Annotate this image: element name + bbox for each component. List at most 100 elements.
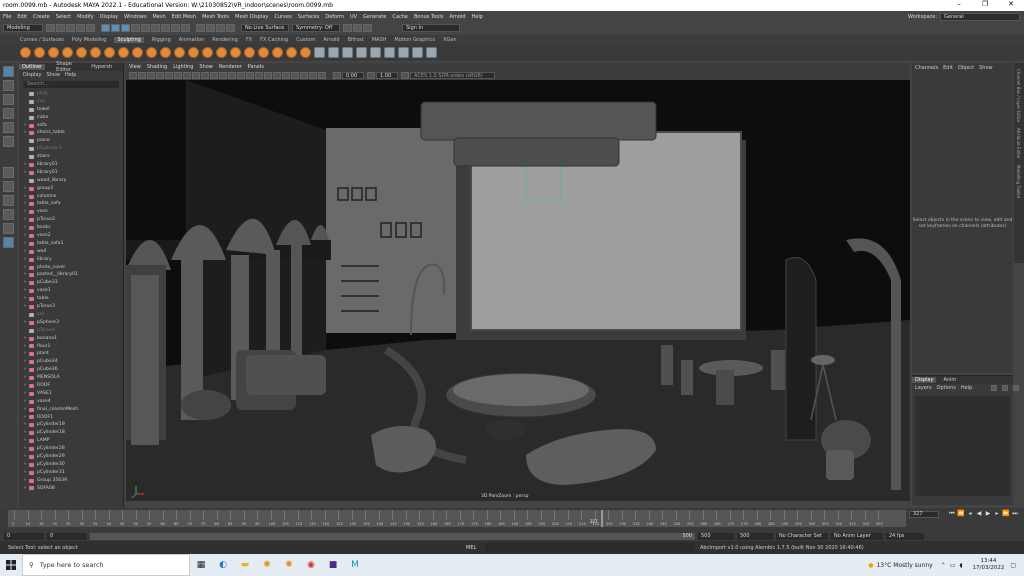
app-icon-1[interactable]: ✺ [256, 554, 278, 576]
menuset-select[interactable]: Modeling [3, 24, 43, 32]
end-time-field[interactable]: 500 [737, 532, 773, 540]
menu-item[interactable]: Select [56, 14, 71, 20]
outliner-menu-display[interactable]: Display [23, 72, 41, 78]
outliner-item[interactable]: + photo_cover [23, 264, 123, 272]
smooth-shade-icon[interactable] [228, 72, 236, 79]
maximize-button[interactable]: ❐ [972, 0, 998, 8]
camera-lock-icon[interactable] [138, 72, 146, 79]
outliner-item[interactable]: + Group 35639 [23, 477, 123, 485]
spray-tool-icon[interactable] [118, 47, 129, 58]
current-frame-field[interactable]: 327 [909, 510, 939, 518]
outliner-item[interactable]: + pCylinder31 [23, 469, 123, 477]
open-scene-icon[interactable] [56, 24, 65, 32]
windows-start-icon[interactable] [0, 554, 22, 576]
stamp-icon[interactable] [412, 47, 423, 58]
lasso-tool-icon[interactable] [3, 80, 14, 91]
step-back-key-icon[interactable]: ⏪ [957, 510, 965, 518]
channel-tab-channels[interactable]: Channels [915, 65, 938, 71]
resolution-gate-icon[interactable] [183, 72, 191, 79]
viewport-menu-shading[interactable]: Shading [147, 64, 167, 70]
maya-taskbar-icon[interactable]: M [344, 554, 366, 576]
layout-four-icon[interactable] [3, 195, 14, 206]
play-backward-icon[interactable]: ◀ [975, 510, 983, 518]
step-back-icon[interactable]: ◂ [966, 510, 974, 518]
sculpt-tool-icon[interactable] [20, 47, 31, 58]
clear-freeze-icon[interactable] [342, 47, 353, 58]
new-layer-icon[interactable] [991, 385, 998, 391]
color-management-icon[interactable] [401, 72, 409, 79]
layout-outliner-icon[interactable] [3, 209, 14, 220]
invert-freeze-icon[interactable] [328, 47, 339, 58]
erase-tool-icon[interactable] [286, 47, 297, 58]
xray-joints-icon[interactable] [318, 72, 326, 79]
layer-menu-help[interactable]: Help [961, 385, 972, 391]
layer-menu-options[interactable]: Options [937, 385, 956, 391]
outliner-item[interactable]: + chairs_table [23, 129, 123, 137]
bookmark-icon[interactable] [147, 72, 155, 79]
step-forward-key-icon[interactable]: ⏩ [1002, 510, 1010, 518]
menu-item[interactable]: File [3, 14, 11, 20]
outliner-item[interactable]: + table [23, 295, 123, 303]
outliner-item[interactable]: + vase1 [23, 287, 123, 295]
channel-tab-edit[interactable]: Edit [943, 65, 953, 71]
move-layer-up-icon[interactable] [1013, 385, 1020, 391]
xray-icon[interactable] [309, 72, 317, 79]
select-hierarchy-icon[interactable] [101, 24, 110, 32]
edge-icon[interactable]: ◐ [212, 554, 234, 576]
character-set-select[interactable]: No Character Set [776, 532, 828, 540]
shelf-tab[interactable]: FX Caching [260, 37, 288, 43]
shelf-tab[interactable]: Animation [179, 37, 205, 43]
wax-tool-icon[interactable] [160, 47, 171, 58]
menu-item[interactable]: Help [472, 14, 483, 20]
foamy-tool-icon[interactable] [104, 47, 115, 58]
texture-icon[interactable] [398, 47, 409, 58]
start-time-field[interactable]: 0 [4, 532, 44, 540]
volume-icon[interactable]: ◖ [959, 562, 962, 569]
select-tool-icon[interactable] [3, 66, 14, 77]
outliner-item[interactable]: cube [23, 114, 123, 122]
bulge-tool-icon[interactable] [230, 47, 241, 58]
taskbar-search-input[interactable]: ⚲ Type here to search [22, 554, 190, 576]
shelf-tab[interactable]: FX [246, 37, 252, 43]
search-tool-icon[interactable] [3, 237, 14, 248]
menu-item[interactable]: Modify [77, 14, 94, 20]
rotate-tool-icon[interactable] [3, 122, 14, 133]
outliner-item[interactable]: + vase4 [23, 398, 123, 406]
amplify-tool-icon[interactable] [244, 47, 255, 58]
media-encoder-icon[interactable]: ■ [322, 554, 344, 576]
playback-end-field[interactable]: 500 [698, 532, 734, 540]
unmask-tool-icon[interactable] [300, 47, 311, 58]
fill-tool-icon[interactable] [188, 47, 199, 58]
outliner-item[interactable]: pTorus4 [23, 327, 123, 335]
app-icon-2[interactable]: ✺ [278, 554, 300, 576]
outliner-item[interactable]: + ROOF1 [23, 414, 123, 422]
exposure-icon[interactable] [333, 72, 341, 79]
outliner-item[interactable]: pCylinder1 [23, 145, 123, 153]
task-view-icon[interactable]: ▦ [190, 554, 212, 576]
outliner-item[interactable]: + pCylinder29 [23, 453, 123, 461]
viewport-persp[interactable]: 3D Pan/Zoom : persp [126, 80, 910, 501]
outliner-item[interactable]: + pCylinder30 [23, 461, 123, 469]
relax-tool-icon[interactable] [48, 47, 59, 58]
outliner-item[interactable]: + VASE1 [23, 390, 123, 398]
menu-item[interactable]: Create [33, 14, 50, 20]
menu-item[interactable]: Curves [274, 14, 291, 20]
outliner-item[interactable]: + library [23, 256, 123, 264]
shelf-tab[interactable]: Motion Graphics [394, 37, 435, 43]
range-slider-bar[interactable]: 500 [90, 532, 695, 540]
smear-tool-icon[interactable] [216, 47, 227, 58]
lights-icon[interactable] [255, 72, 263, 79]
outliner-item[interactable]: + pCylinder18 [23, 429, 123, 437]
sign-in-button[interactable]: Sign In [402, 24, 460, 32]
workspace-select[interactable]: General [940, 12, 1021, 21]
menu-item[interactable]: Arnold [449, 14, 465, 20]
imprint-tool-icon[interactable] [146, 47, 157, 58]
mask-uv-icon[interactable] [161, 24, 170, 32]
mask-edge-icon[interactable] [141, 24, 150, 32]
menu-item[interactable]: UV [350, 14, 357, 20]
outliner-item[interactable]: + table_sofa1 [23, 240, 123, 248]
anti-alias-icon[interactable] [291, 72, 299, 79]
outliner-item[interactable]: + vase2 [23, 232, 123, 240]
menu-item[interactable]: Windows [124, 14, 146, 20]
outliner-item[interactable]: + table_sofa [23, 200, 123, 208]
